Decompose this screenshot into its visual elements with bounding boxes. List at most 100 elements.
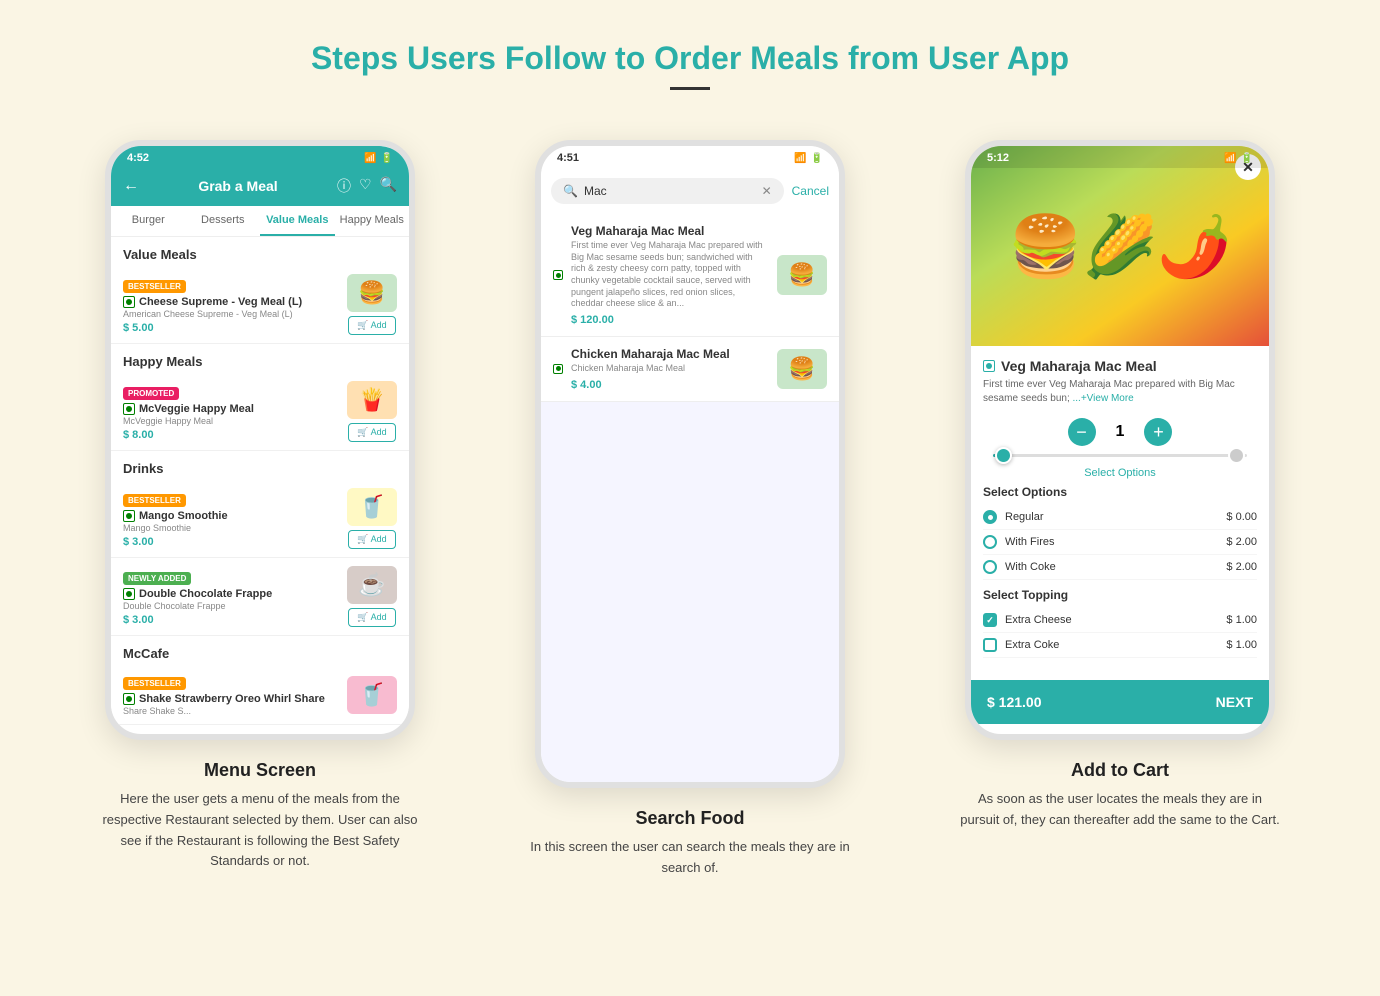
add-btn-1[interactable]: 🛒 Add	[348, 316, 395, 335]
food-thumb-2: 🍟	[347, 381, 397, 419]
food-thumb-5: 🥤	[347, 676, 397, 714]
topping-cheese[interactable]: ✓ Extra Cheese $ 1.00	[983, 608, 1257, 633]
cancel-btn[interactable]: Cancel	[792, 184, 829, 198]
item-price-frappe: $ 3.00	[123, 614, 347, 626]
option-price-regular: $ 0.00	[1226, 511, 1257, 523]
radio-fires[interactable]	[983, 535, 997, 549]
search-icon-1[interactable]: 🔍	[380, 176, 397, 196]
label-1: Menu Screen Here the user gets a menu of…	[100, 760, 420, 872]
heart-icon[interactable]: ♡	[359, 176, 372, 196]
item-name-frappe: Double Chocolate Frappe	[123, 588, 347, 600]
quantity-row: − 1 +	[983, 418, 1257, 446]
radio-regular[interactable]	[983, 510, 997, 524]
back-arrow-1[interactable]: ←	[123, 177, 139, 195]
screen1-title: Grab a Meal	[139, 178, 337, 194]
topping-name-cheese: Extra Cheese	[1005, 614, 1072, 626]
battery-icon-2: 🔋	[811, 153, 823, 164]
option-coke[interactable]: With Coke $ 2.00	[983, 555, 1257, 580]
search-clear[interactable]: ✕	[762, 184, 772, 198]
select-options-label[interactable]: Select Options	[983, 467, 1257, 479]
food-image-placeholder: 🍔🌽🌶️	[971, 146, 1269, 346]
result-veg-1	[553, 270, 563, 280]
phone-time-1: 4:52	[127, 152, 149, 164]
result-price-1: $ 120.00	[571, 314, 769, 326]
search-results: Veg Maharaja Mac Meal First time ever Ve…	[541, 214, 839, 402]
slider-row	[983, 454, 1257, 457]
item-price-mango: $ 3.00	[123, 536, 347, 548]
view-more[interactable]: ...+View More	[1073, 393, 1134, 404]
battery-icon-1: 🔋	[381, 153, 393, 164]
option-left-coke: With Coke	[983, 560, 1056, 574]
result-name-1: Veg Maharaja Mac Meal	[571, 224, 769, 238]
search-input-wrapper[interactable]: 🔍 Mac ✕	[551, 178, 784, 204]
add-btn-4[interactable]: 🛒 Add	[348, 608, 395, 627]
label-desc-1: Here the user gets a menu of the meals f…	[100, 789, 420, 872]
tab-value-meals[interactable]: Value Meals	[260, 206, 335, 236]
radio-coke[interactable]	[983, 560, 997, 574]
menu-item-left-2: PROMOTED McVeggie Happy Meal McVeggie Ha…	[123, 383, 347, 441]
menu-item-right-2: 🍟 🛒 Add	[347, 381, 397, 442]
phone-column-3: 5:12 📶 🔋 🍔🌽🌶️ ✕	[920, 140, 1320, 831]
slider-track[interactable]	[993, 454, 1247, 457]
section-drinks: Drinks	[111, 451, 409, 480]
veg-icon-2	[123, 403, 135, 415]
result-item-1: Veg Maharaja Mac Meal First time ever Ve…	[541, 214, 839, 337]
menu-item-left-1: BESTSELLER Cheese Supreme - Veg Meal (L)…	[123, 276, 347, 334]
item-desc-shake: Share Shake S...	[123, 706, 347, 716]
cart-total: $ 121.00	[987, 694, 1042, 710]
label-title-2: Search Food	[530, 808, 850, 829]
badge-promoted-1: PROMOTED	[123, 387, 179, 400]
phone-shell-2: 4:51 📶 🔋 🔍 Mac ✕ Cancel	[535, 140, 845, 788]
search-empty	[541, 402, 839, 782]
next-btn[interactable]: NEXT	[1216, 694, 1253, 710]
item-price-cheese: $ 5.00	[123, 322, 347, 334]
option-price-fires: $ 2.00	[1226, 536, 1257, 548]
badge-bestseller-1: BESTSELLER	[123, 280, 186, 293]
menu-item-shake: BESTSELLER Shake Strawberry Oreo Whirl S…	[111, 665, 409, 725]
title-divider	[670, 87, 710, 90]
tab-burger[interactable]: Burger	[111, 206, 186, 236]
checkbox-extra-coke[interactable]	[983, 638, 997, 652]
result-thumb-1: 🍔	[777, 255, 827, 295]
add-btn-2[interactable]: 🛒 Add	[348, 423, 395, 442]
search-bar: 🔍 Mac ✕ Cancel	[541, 168, 839, 214]
result-name-2: Chicken Maharaja Mac Meal	[571, 347, 769, 361]
topping-price-cheese: $ 1.00	[1226, 614, 1257, 626]
option-fires[interactable]: With Fires $ 2.00	[983, 530, 1257, 555]
menu-item-cheese: BESTSELLER Cheese Supreme - Veg Meal (L)…	[111, 266, 409, 344]
item-price-mcveggie: $ 8.00	[123, 429, 347, 441]
option-left-fires: With Fires	[983, 535, 1055, 549]
menu-item-left-3: BESTSELLER Mango Smoothie Mango Smoothie…	[123, 490, 347, 548]
phone-shell-1: 4:52 📶 🔋 ← Grab a Meal ⓘ ♡ 🔍	[105, 140, 415, 740]
veg-icon-cart	[983, 360, 995, 372]
menu-item-mcveggie: PROMOTED McVeggie Happy Meal McVeggie Ha…	[111, 373, 409, 451]
food-thumb-4: ☕	[347, 566, 397, 604]
qty-minus[interactable]: −	[1068, 418, 1096, 446]
veg-icon-3	[123, 510, 135, 522]
phone-time-3: 5:12	[987, 152, 1009, 164]
option-regular[interactable]: Regular $ 0.00	[983, 505, 1257, 530]
slider-thumb-left[interactable]	[995, 447, 1012, 464]
item-desc-mango: Mango Smoothie	[123, 523, 347, 533]
add-btn-3[interactable]: 🛒 Add	[348, 530, 395, 549]
tab-happy-meals[interactable]: Happy Meals	[335, 206, 410, 236]
tab-desserts[interactable]: Desserts	[186, 206, 261, 236]
label-desc-2: In this screen the user can search the m…	[530, 837, 850, 879]
food-thumb-1: 🍔	[347, 274, 397, 312]
options-section-title: Select Options	[983, 485, 1257, 499]
item-desc-mcveggie: McVeggie Happy Meal	[123, 416, 347, 426]
info-icon[interactable]: ⓘ	[337, 176, 351, 196]
phone-column-2: 4:51 📶 🔋 🔍 Mac ✕ Cancel	[490, 140, 890, 878]
badge-bestseller-2: BESTSELLER	[123, 494, 186, 507]
slider-thumb-right[interactable]	[1228, 447, 1245, 464]
phone-icons-3: 📶 🔋	[1224, 153, 1253, 164]
wifi-icon-3: 📶	[1224, 153, 1236, 164]
option-price-coke: $ 2.00	[1226, 561, 1257, 573]
label-title-3: Add to Cart	[960, 760, 1280, 781]
menu-content: Value Meals BESTSELLER Cheese Supreme - …	[111, 237, 409, 725]
menu-item-right-5: 🥤	[347, 676, 397, 714]
qty-plus[interactable]: +	[1144, 418, 1172, 446]
checkbox-cheese[interactable]: ✓	[983, 613, 997, 627]
veg-icon-5	[123, 693, 135, 705]
topping-extra-coke[interactable]: Extra Coke $ 1.00	[983, 633, 1257, 658]
